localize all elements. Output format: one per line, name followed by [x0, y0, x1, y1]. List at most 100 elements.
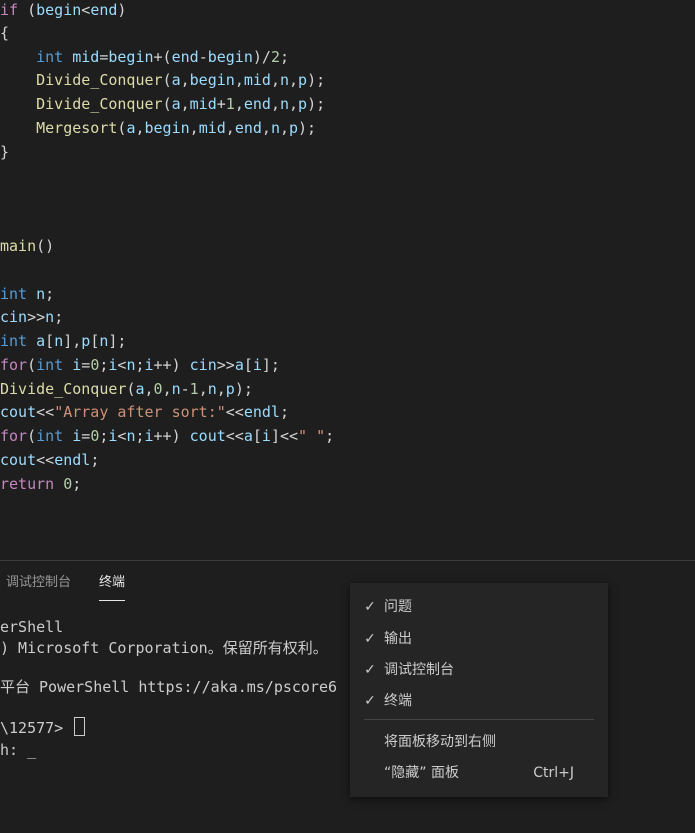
code-token: ,	[135, 119, 145, 137]
code-token: <<	[36, 451, 55, 469]
code-token: a	[171, 71, 181, 89]
code-token: ,	[234, 71, 244, 89]
code-token: ;	[325, 427, 335, 445]
code-token: i	[252, 356, 262, 374]
code-token: -	[180, 380, 190, 398]
code-token: Divide_Conquer	[36, 71, 163, 89]
code-token: ,	[216, 380, 226, 398]
code-token: )/	[252, 48, 271, 66]
code-token: p	[289, 119, 299, 137]
code-line: for(int i=0;i<n;i++) cin>>a[i];	[0, 353, 280, 377]
menu-item-debug-console[interactable]: ✓ 调试控制台	[350, 657, 608, 683]
code-token: n	[45, 308, 55, 326]
menu-item-move-panel-right[interactable]: 将面板移动到右侧	[350, 729, 608, 755]
code-token: ()	[36, 237, 55, 255]
code-token: ,	[279, 119, 289, 137]
code-token: }	[0, 143, 10, 161]
code-token: (	[162, 71, 172, 89]
code-token: endl	[243, 403, 280, 421]
code-token: (	[162, 95, 172, 113]
code-token: Divide_Conquer	[36, 95, 163, 113]
code-token: Mergesort	[36, 119, 118, 137]
code-token: )	[117, 1, 127, 19]
code-token: ,	[189, 119, 199, 137]
code-token: ;	[45, 285, 55, 303]
code-token: cout	[0, 403, 37, 421]
code-line: int n;	[0, 282, 54, 306]
code-token: (	[18, 1, 37, 19]
code-token: p	[81, 332, 91, 350]
code-token: end	[234, 119, 262, 137]
code-token: end	[243, 95, 271, 113]
code-token: a	[135, 380, 145, 398]
tab-debug-console[interactable]: 调试控制台	[6, 573, 71, 601]
code-token: 1	[189, 380, 199, 398]
terminal-line: 平台 PowerShell https://aka.ms/pscore6	[0, 678, 338, 696]
code-token: {	[0, 24, 10, 42]
code-token: ,	[180, 71, 190, 89]
code-token: ,	[289, 71, 299, 89]
code-token: );	[234, 380, 253, 398]
code-token: <<	[225, 427, 244, 445]
menu-item-shortcut: Ctrl+J	[533, 765, 574, 781]
code-token: a	[171, 95, 181, 113]
code-token: p	[298, 71, 308, 89]
code-token: ,	[261, 119, 271, 137]
code-line: cout<<"Array after sort:"<<endl;	[0, 400, 289, 424]
code-token: (	[27, 356, 37, 374]
code-token: begin	[207, 48, 253, 66]
code-token: (	[27, 427, 37, 445]
terminal-prompt-line: \12577>	[0, 717, 86, 737]
code-token: <	[81, 1, 91, 19]
code-token: begin	[36, 1, 82, 19]
terminal-prompt: \12577>	[0, 719, 73, 737]
menu-item-label: “隐藏” 面板	[384, 765, 459, 781]
code-line: main()	[0, 234, 54, 258]
code-token: endl	[54, 451, 91, 469]
code-token: 2	[270, 48, 280, 66]
tab-terminal[interactable]: 终端	[99, 573, 126, 601]
code-token: end	[171, 48, 199, 66]
code-token: mid	[198, 119, 226, 137]
checkmark-icon: ✓	[364, 693, 376, 709]
code-token: ,	[270, 71, 280, 89]
code-token: 1	[225, 95, 235, 113]
code-token: ,	[162, 380, 172, 398]
code-token: ,	[270, 95, 280, 113]
menu-item-hide-panel[interactable]: “隐藏” 面板 Ctrl+J	[350, 760, 608, 786]
code-token: =	[81, 356, 91, 374]
menu-item-problems[interactable]: ✓ 问题	[350, 594, 608, 620]
code-token: a	[243, 427, 253, 445]
code-token: n	[171, 380, 181, 398]
code-token: =	[81, 427, 91, 445]
code-token: i	[72, 356, 82, 374]
menu-item-label: 问题	[384, 599, 412, 615]
code-token: ];	[261, 356, 280, 374]
code-token: ];	[108, 332, 127, 350]
code-token: ;	[90, 451, 100, 469]
code-token: ;	[135, 427, 145, 445]
code-token: ,	[144, 380, 154, 398]
code-token: );	[307, 71, 326, 89]
menu-item-terminal[interactable]: ✓ 终端	[350, 688, 608, 714]
code-token: cin	[189, 356, 217, 374]
code-editor[interactable]: if (begin<end){ int mid=begin+(end-begin…	[0, 0, 695, 560]
code-token: );	[298, 119, 317, 137]
code-token: mid	[243, 71, 271, 89]
code-token: begin	[144, 119, 190, 137]
code-token: for	[0, 356, 28, 374]
menu-item-output[interactable]: ✓ 输出	[350, 626, 608, 652]
code-token: ,	[289, 95, 299, 113]
code-token: cout	[189, 427, 226, 445]
code-token: main	[0, 237, 37, 255]
code-line: int mid=begin+(end-begin)/2;	[0, 45, 289, 69]
code-token: );	[307, 95, 326, 113]
code-token: if	[0, 1, 19, 19]
checkmark-icon: ✓	[364, 631, 376, 647]
code-line: if (begin<end)	[0, 0, 126, 22]
code-line: cout<<endl;	[0, 448, 99, 472]
code-line: Divide_Conquer(a,mid+1,end,n,p);	[0, 92, 325, 116]
